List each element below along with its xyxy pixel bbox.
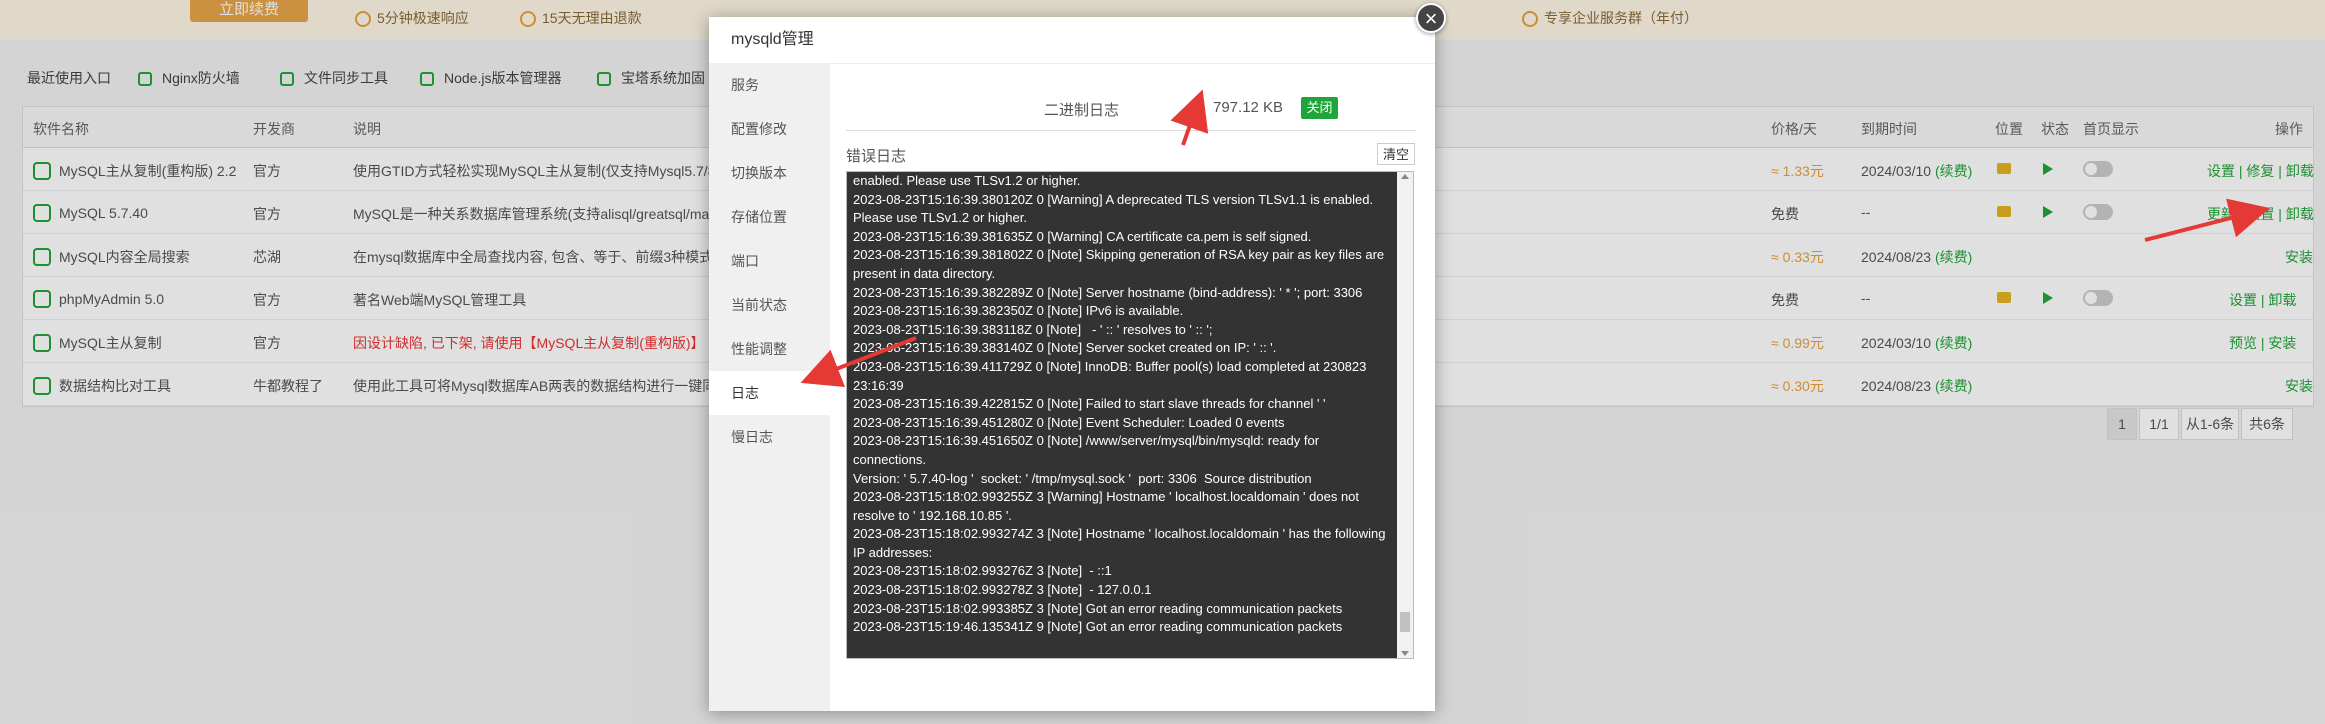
error-log-text: enabled. Please use TLSv1.2 or higher. 2… (853, 173, 1386, 635)
clear-log-button[interactable]: 清空 (1377, 143, 1415, 165)
scroll-up-icon[interactable] (1401, 174, 1409, 179)
error-log-viewer[interactable]: enabled. Please use TLSv1.2 or higher. 2… (846, 171, 1414, 659)
mysqld-manager-dialog: mysqld管理 服务 配置修改 切换版本 存储位置 端口 当前状态 性能调整 … (709, 17, 1435, 711)
side-item-port[interactable]: 端口 (709, 239, 830, 283)
side-item-config[interactable]: 配置修改 (709, 107, 830, 151)
dialog-sidebar: 服务 配置修改 切换版本 存储位置 端口 当前状态 性能调整 日志 慢日志 (709, 63, 830, 711)
log-scrollbar[interactable] (1397, 172, 1413, 658)
error-log-label: 错误日志 (846, 148, 907, 165)
side-item-service[interactable]: 服务 (709, 63, 830, 107)
scroll-down-icon[interactable] (1401, 651, 1409, 656)
divider (846, 130, 1416, 131)
side-item-storage[interactable]: 存储位置 (709, 195, 830, 239)
binlog-label: 二进制日志 (1044, 102, 1120, 119)
side-item-performance[interactable]: 性能调整 (709, 327, 830, 371)
side-item-slow-log[interactable]: 慢日志 (709, 415, 830, 459)
side-item-status[interactable]: 当前状态 (709, 283, 830, 327)
dialog-content: 二进制日志 797.12 KB 关闭 错误日志 清空 enabled. Plea… (830, 63, 1435, 711)
close-icon[interactable]: × (1416, 3, 1446, 33)
binlog-toggle-button[interactable]: 关闭 (1301, 97, 1338, 119)
scroll-thumb[interactable] (1400, 612, 1410, 632)
side-item-version[interactable]: 切换版本 (709, 151, 830, 195)
side-item-logs[interactable]: 日志 (709, 371, 830, 415)
dialog-title: mysqld管理 (709, 17, 1435, 64)
binlog-size: 797.12 KB (1213, 99, 1284, 116)
